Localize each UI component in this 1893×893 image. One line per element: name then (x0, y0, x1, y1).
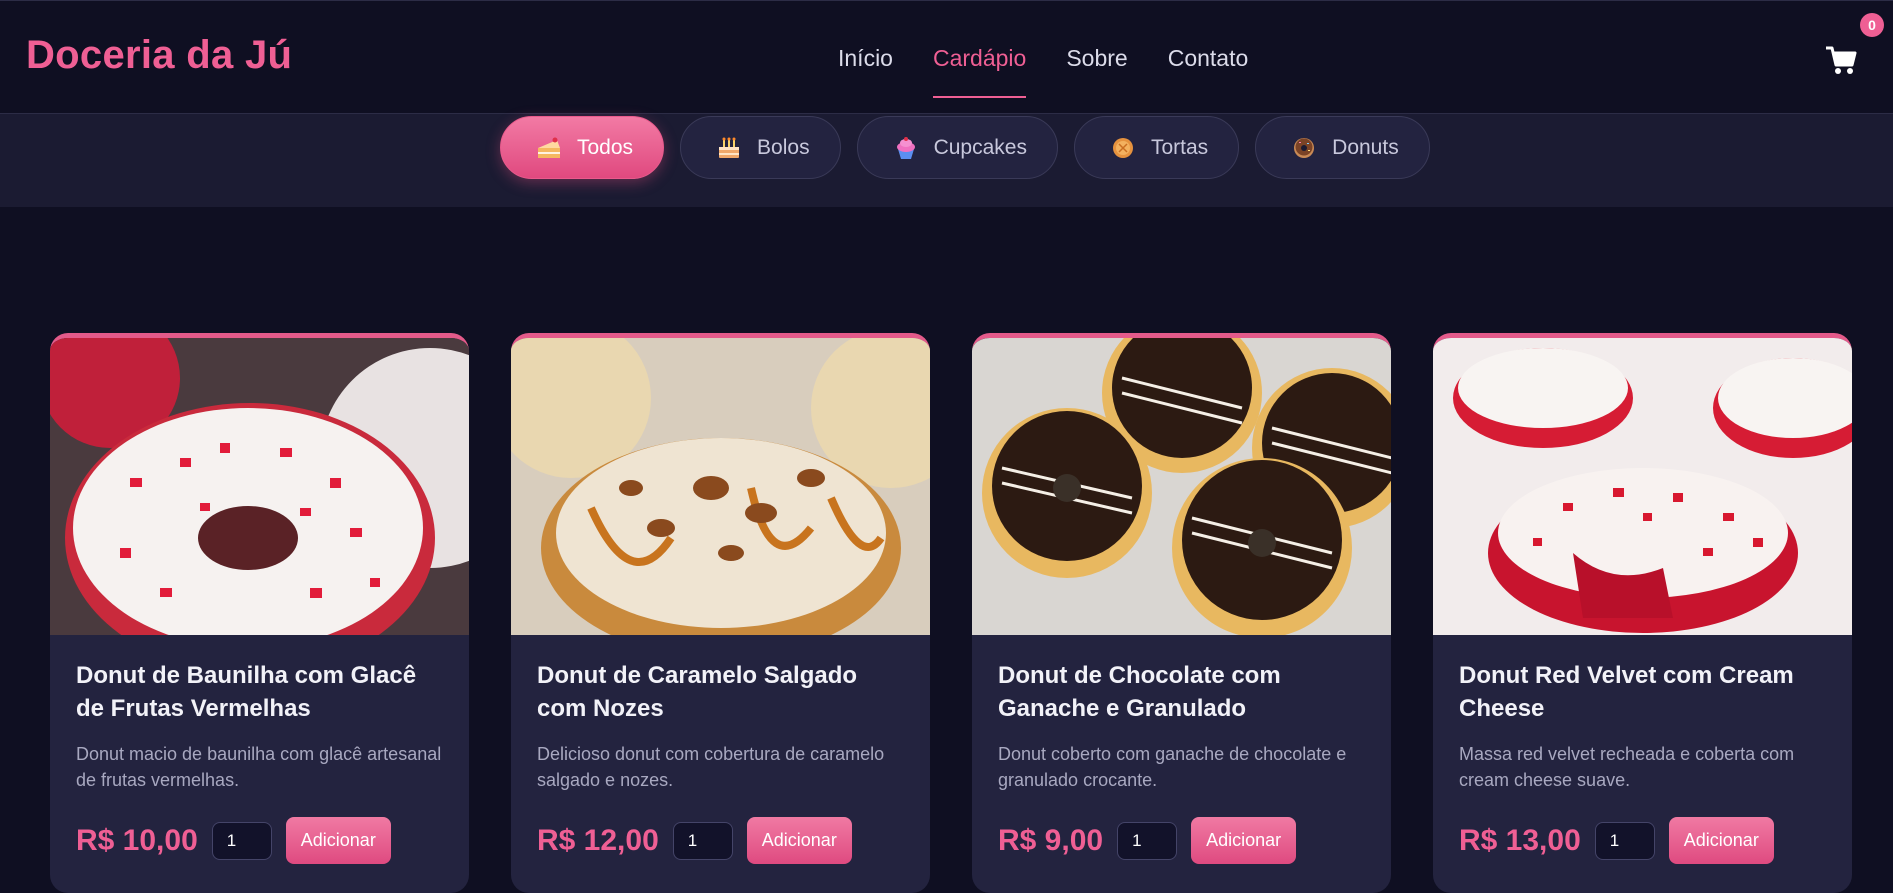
product-card: Donut de Baunilha com Glacê de Frutas Ve… (50, 333, 469, 893)
nav-item-contato[interactable]: Contato (1168, 45, 1249, 98)
filter-label: Todos (577, 135, 634, 159)
product-price: R$ 9,00 (998, 823, 1104, 857)
product-image (50, 338, 469, 635)
nav-item-sobre[interactable]: Sobre (1066, 45, 1127, 98)
main-nav: Início Cardápio Sobre Contato (838, 45, 1248, 98)
quantity-input[interactable] (672, 821, 733, 860)
product-title: Donut de Baunilha com Glacê de Frutas Ve… (76, 662, 417, 722)
filter-todos[interactable]: Todos (500, 116, 665, 179)
quantity-input[interactable] (1594, 821, 1655, 860)
quantity-input[interactable] (211, 821, 272, 860)
product-card: Donut de Chocolate com Ganache e Granula… (972, 333, 1391, 893)
product-image (1433, 338, 1852, 635)
quantity-input[interactable] (1117, 821, 1178, 860)
cake-slice-icon (538, 137, 560, 158)
product-card: Donut Red Velvet com Cream Cheese Massa … (1433, 333, 1852, 893)
add-to-cart-button[interactable]: Adicionar (1668, 817, 1774, 864)
product-image (972, 338, 1391, 635)
cart-icon[interactable] (1824, 43, 1858, 77)
filter-label: Donuts (1332, 135, 1399, 159)
nav-item-inicio[interactable]: Início (838, 45, 893, 98)
product-image (511, 338, 930, 635)
product-description: Massa red velvet recheada e coberta com … (1459, 744, 1795, 790)
donut-icon (1294, 137, 1315, 158)
add-to-cart-button[interactable]: Adicionar (1191, 817, 1297, 864)
product-title: Donut Red Velvet com Cream Cheese (1459, 662, 1794, 722)
product-description: Donut macio de baunilha com glacê artesa… (76, 744, 442, 790)
filter-label: Tortas (1150, 135, 1209, 159)
filter-donuts[interactable]: Donuts (1255, 116, 1430, 179)
product-description: Delicioso donut com cobertura de caramel… (537, 744, 885, 790)
product-title: Donut de Caramelo Salgado com Nozes (537, 662, 858, 722)
product-price: R$ 10,00 (76, 823, 198, 857)
site-header: Doceria da Jú Início Cardápio Sobre Cont… (0, 0, 1893, 114)
product-grid: Donut de Baunilha com Glacê de Frutas Ve… (50, 333, 1852, 893)
add-to-cart-button[interactable]: Adicionar (746, 817, 852, 864)
filter-bolos[interactable]: Bolos (680, 116, 841, 179)
filter-cupcakes[interactable]: Cupcakes (856, 116, 1058, 179)
cupcake-icon (896, 136, 915, 159)
pie-icon (1112, 137, 1133, 158)
category-filter-bar: Todos Bolos Cupcakes Tortas Donuts (0, 114, 1893, 207)
cart-count-badge: 0 (1860, 13, 1884, 37)
nav-item-cardapio[interactable]: Cardápio (932, 45, 1027, 98)
product-description: Donut coberto com ganache de chocolate e… (998, 744, 1347, 790)
filter-label: Cupcakes (933, 135, 1027, 159)
product-price: R$ 13,00 (1459, 823, 1581, 857)
product-card: Donut de Caramelo Salgado com Nozes Deli… (511, 333, 930, 893)
filter-tortas[interactable]: Tortas (1073, 116, 1240, 179)
product-title: Donut de Chocolate com Ganache e Granula… (998, 662, 1281, 722)
filter-label: Bolos (757, 135, 810, 159)
brand-logo[interactable]: Doceria da Jú (26, 33, 292, 78)
add-to-cart-button[interactable]: Adicionar (285, 817, 391, 864)
birthday-cake-icon (719, 137, 740, 158)
product-price: R$ 12,00 (537, 823, 659, 857)
